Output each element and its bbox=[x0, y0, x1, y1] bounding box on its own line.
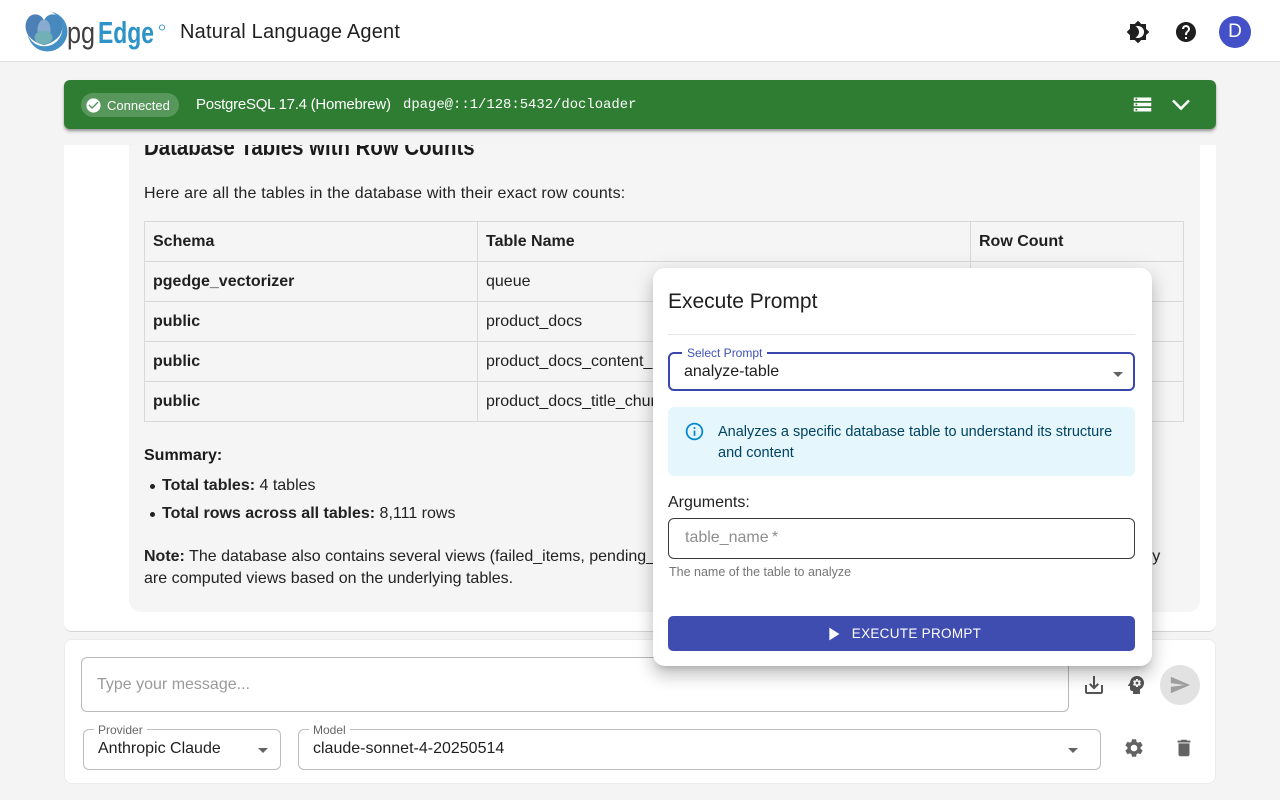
svg-text:Edge: Edge bbox=[98, 15, 154, 50]
svg-text:pg: pg bbox=[67, 15, 95, 50]
